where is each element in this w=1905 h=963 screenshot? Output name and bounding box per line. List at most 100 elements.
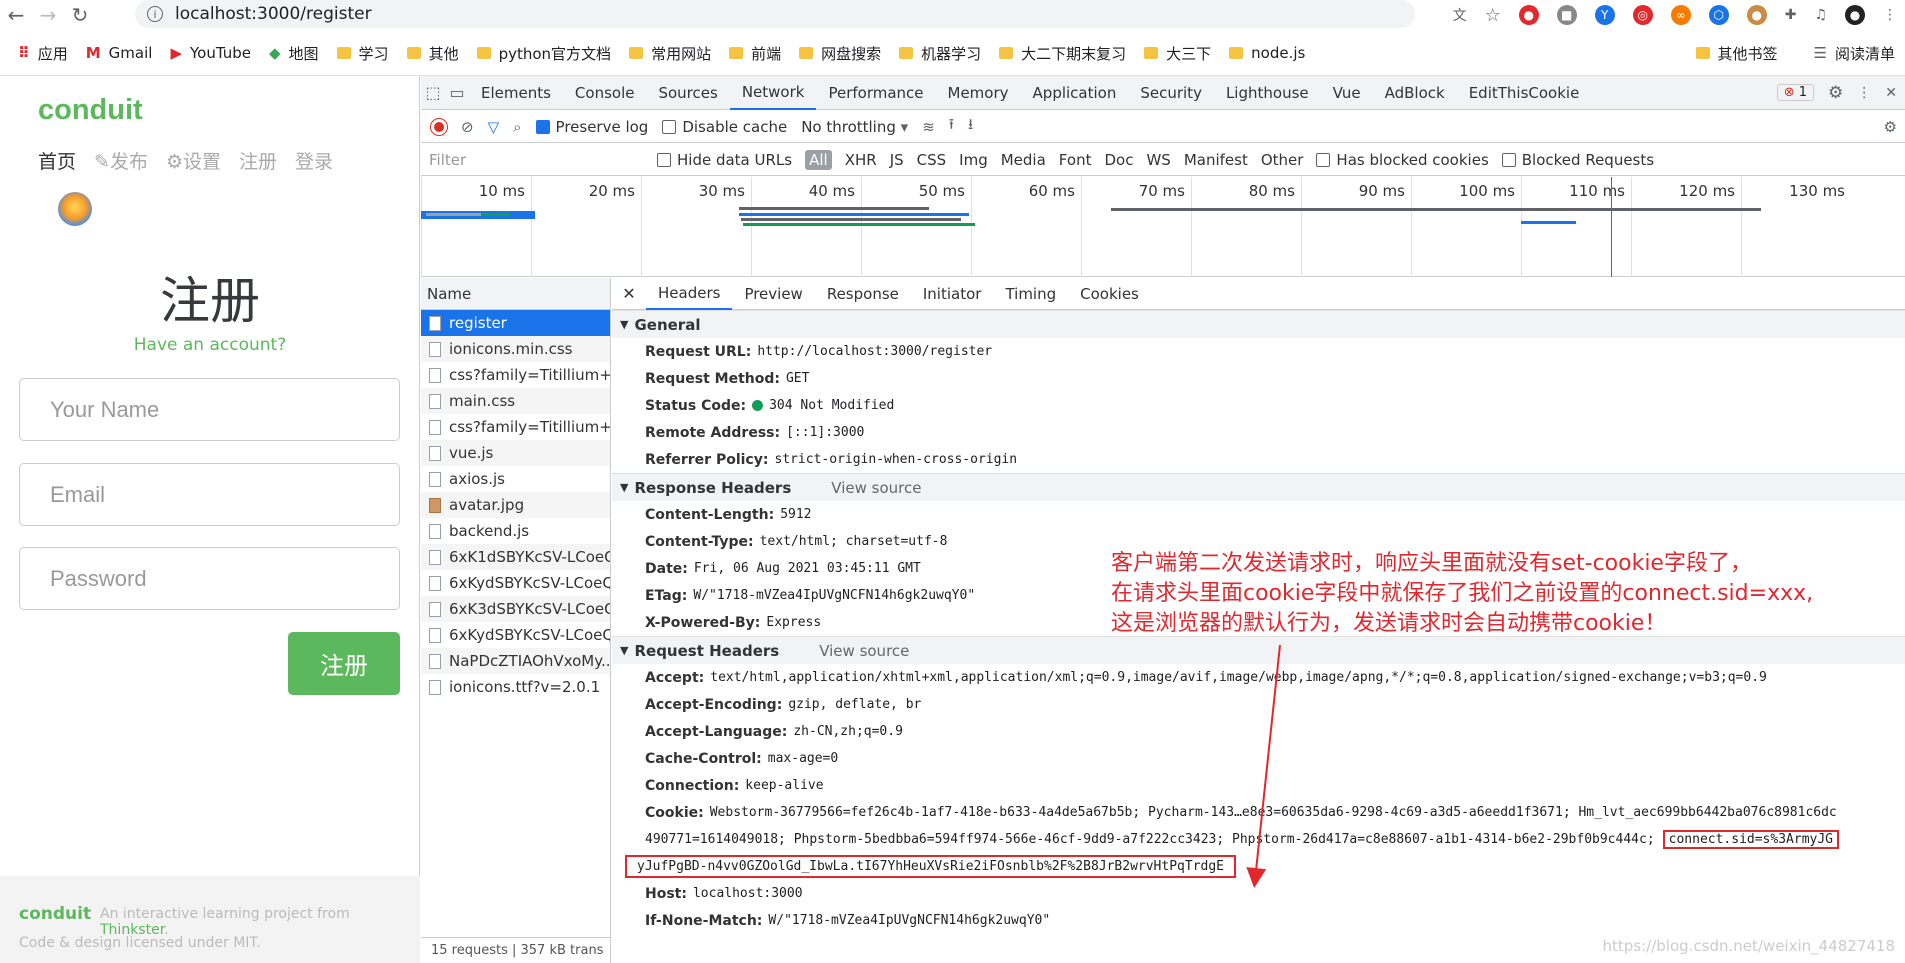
address-bar[interactable]: i localhost:3000/register (135, 0, 1415, 28)
tab-security[interactable]: Security (1128, 76, 1214, 110)
email-input[interactable]: Email (19, 463, 400, 526)
filter-input[interactable]: Filter (429, 151, 644, 169)
extension-icon[interactable]: ∞ (1670, 5, 1691, 25)
tab-adblock[interactable]: AdBlock (1373, 76, 1457, 110)
request-row[interactable]: 6xK1dSBYKcSV-LCoeQ... (421, 544, 610, 570)
nav-home[interactable]: 首页 (38, 147, 76, 174)
tab-sources[interactable]: Sources (646, 76, 729, 110)
request-headers-section[interactable]: ▼ Request Headers View source (612, 636, 1905, 664)
settings-gear-icon[interactable]: ⚙ (1828, 83, 1843, 103)
extension-icon[interactable]: ■ (1556, 5, 1577, 25)
info-icon[interactable]: i (147, 6, 163, 22)
bookmark-star-icon[interactable]: ☆ (1485, 5, 1501, 26)
close-icon[interactable]: ✕ (612, 284, 646, 303)
tab-application[interactable]: Application (1021, 76, 1129, 110)
bookmark-folder[interactable]: node.js (1229, 44, 1305, 62)
download-icon[interactable]: ⭳ (968, 114, 973, 139)
brand-logo[interactable]: conduit (38, 94, 143, 127)
request-row[interactable]: register (421, 310, 610, 336)
bookmark-folder[interactable]: 机器学习 (899, 43, 981, 64)
request-row[interactable]: 6xK3dSBYKcSV-LCoeQ... (421, 596, 610, 622)
extension-icon[interactable]: ◎ (1632, 5, 1653, 25)
password-input[interactable]: Password (19, 547, 400, 610)
response-headers-section[interactable]: ▼ Response Headers View source (612, 473, 1905, 501)
extension-icon[interactable]: ● (1518, 5, 1539, 25)
extension-icon[interactable]: ⬡ (1708, 5, 1729, 25)
bookmark-folder[interactable]: 大三下 (1144, 43, 1211, 64)
blocked-requests-checkbox[interactable]: Blocked Requests (1501, 151, 1654, 169)
tab-preview[interactable]: Preview (732, 278, 814, 310)
translate-icon[interactable]: 文 (1453, 5, 1467, 25)
preserve-log-checkbox[interactable]: Preserve log (535, 118, 648, 136)
filter-media[interactable]: Media (1001, 151, 1046, 169)
network-settings-icon[interactable]: ⚙ (1884, 118, 1897, 136)
bookmark-folder[interactable]: 网盘搜索 (799, 43, 881, 64)
request-row[interactable]: main.css (421, 388, 610, 414)
tab-memory[interactable]: Memory (936, 76, 1021, 110)
clear-icon[interactable]: ⊘ (461, 118, 474, 136)
name-input[interactable]: Your Name (19, 378, 400, 441)
bookmark-apps[interactable]: ⠿ 应用 (18, 43, 68, 64)
filter-doc[interactable]: Doc (1104, 151, 1133, 169)
filter-xhr[interactable]: XHR (845, 151, 877, 169)
record-icon[interactable] (431, 118, 447, 135)
tab-initiator[interactable]: Initiator (911, 278, 994, 310)
request-row[interactable]: NaPDcZTIAOhVxoMy... (421, 648, 610, 674)
request-row[interactable]: css?family=Titillium+... (421, 414, 610, 440)
filter-js[interactable]: JS (890, 151, 904, 169)
tab-timing[interactable]: Timing (993, 278, 1068, 310)
reading-list[interactable]: ☰ 阅读清单 (1814, 43, 1895, 64)
tab-cookies[interactable]: Cookies (1068, 278, 1151, 310)
request-row[interactable]: ionicons.min.css (421, 336, 610, 362)
tab-headers[interactable]: Headers (646, 278, 733, 310)
nav-login[interactable]: 登录 (295, 147, 333, 174)
filter-font[interactable]: Font (1059, 151, 1092, 169)
timeline-overview[interactable]: 10 ms 20 ms 30 ms 40 ms 50 ms 60 ms 70 m… (421, 177, 1905, 277)
have-account-link[interactable]: Have an account? (0, 335, 420, 355)
filter-css[interactable]: CSS (917, 151, 947, 169)
footer-brand[interactable]: conduit (19, 904, 91, 924)
media-icon[interactable]: ♫ (1814, 7, 1827, 23)
tab-vue[interactable]: Vue (1321, 76, 1373, 110)
forward-icon[interactable]: → (32, 0, 64, 30)
view-source-link[interactable]: View source (831, 479, 921, 497)
tab-editthiscookie[interactable]: EditThisCookie (1457, 76, 1592, 110)
filter-icon[interactable]: ▽ (488, 118, 500, 136)
avatar[interactable] (58, 192, 92, 226)
bookmark-gmail[interactable]: M Gmail (86, 44, 153, 62)
extension-icon[interactable]: Y (1594, 5, 1615, 25)
request-row[interactable]: avatar.jpg (421, 492, 610, 518)
filter-manifest[interactable]: Manifest (1184, 151, 1248, 169)
view-source-link[interactable]: View source (819, 642, 909, 660)
bookmark-youtube[interactable]: ▶ YouTube (170, 44, 251, 62)
tab-network[interactable]: Network (729, 76, 817, 110)
menu-icon[interactable]: ⋮ (1883, 7, 1897, 23)
network-conditions-icon[interactable]: ≋ (922, 118, 935, 136)
nav-publish[interactable]: ✎发布 (94, 147, 148, 174)
other-bookmarks[interactable]: 其他书签 (1695, 43, 1778, 64)
filter-ws[interactable]: WS (1146, 151, 1170, 169)
bookmark-folder[interactable]: 其他 (406, 43, 459, 64)
tab-console[interactable]: Console (563, 76, 647, 110)
more-icon[interactable]: ⋮ (1857, 85, 1871, 101)
request-row[interactable]: vue.js (421, 440, 610, 466)
profile-icon[interactable]: ● (1845, 5, 1865, 25)
cookie-icon[interactable]: ● (1746, 5, 1767, 25)
search-icon[interactable]: ⌕ (513, 118, 521, 136)
bookmark-maps[interactable]: ◆ 地图 (269, 43, 319, 64)
tab-response[interactable]: Response (815, 278, 911, 310)
name-column-header[interactable]: Name (421, 278, 610, 310)
puzzle-icon[interactable]: ✚ (1785, 7, 1797, 23)
bookmark-folder[interactable]: 前端 (729, 43, 781, 64)
inspect-icon[interactable]: ⬚ (421, 76, 445, 110)
has-blocked-cookies-checkbox[interactable]: Has blocked cookies (1316, 151, 1489, 169)
tab-performance[interactable]: Performance (816, 76, 935, 110)
request-row[interactable]: 6xKydSBYKcSV-LCoeQ... (421, 622, 610, 648)
filter-img[interactable]: Img (959, 151, 988, 169)
back-icon[interactable]: ← (0, 0, 32, 30)
throttling-select[interactable]: No throttling ▾ (801, 118, 908, 136)
device-toolbar-icon[interactable]: ▭ (445, 76, 469, 110)
bookmark-folder[interactable]: 大二下期末复习 (999, 43, 1126, 64)
bookmark-folder[interactable]: python官方文档 (476, 43, 611, 64)
error-badge[interactable]: ⊗ 1 (1776, 84, 1815, 101)
